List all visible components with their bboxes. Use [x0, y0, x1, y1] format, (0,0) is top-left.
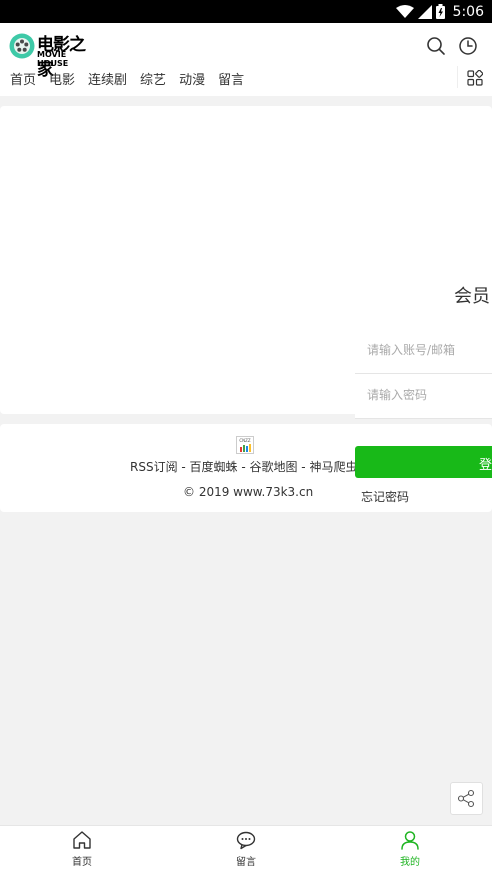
share-button[interactable]: [450, 782, 483, 815]
tab-mine-label: 我的: [400, 857, 420, 868]
main-nav: 首页 电影 连续剧 综艺 动漫 留言: [10, 69, 257, 88]
login-title: 会员: [454, 286, 490, 307]
chat-icon: [236, 831, 256, 850]
footer-links[interactable]: RSS订阅 - 百度蜘蛛 - 谷歌地图 - 神马爬虫: [130, 458, 357, 475]
nav-item-guestbook[interactable]: 留言: [218, 69, 244, 88]
nav-divider: [457, 66, 458, 88]
tab-home[interactable]: 首页: [42, 829, 122, 868]
header: 电影之家 MOVIE HOUSE 首页 电影 连续剧 综艺 动漫 留言: [0, 23, 492, 96]
nav-item-series[interactable]: 连续剧: [88, 69, 127, 88]
nav-item-movies[interactable]: 电影: [49, 69, 75, 88]
film-reel-icon: [9, 33, 35, 59]
login-button-label: 登: [479, 458, 492, 473]
status-bar: 5:06: [0, 0, 492, 23]
cnzz-badge[interactable]: CNZZ: [236, 436, 254, 454]
account-field[interactable]: [355, 330, 492, 374]
site-logo[interactable]: 电影之家 MOVIE HOUSE: [9, 30, 99, 80]
grid-icon[interactable]: [467, 70, 483, 86]
nav-item-anime[interactable]: 动漫: [179, 69, 205, 88]
account-input[interactable]: [365, 342, 489, 358]
password-field[interactable]: [355, 375, 492, 419]
bottom-tab-bar: 首页 留言 我的: [0, 825, 492, 875]
tab-guestbook[interactable]: 留言: [206, 829, 286, 868]
cnzz-badge-text: CNZZ: [239, 438, 251, 443]
tab-guestbook-label: 留言: [236, 857, 256, 868]
status-time: 5:06: [452, 3, 484, 20]
logo-subtext: MOVIE HOUSE: [37, 50, 69, 68]
user-icon: [401, 831, 419, 850]
share-icon: [457, 789, 475, 808]
wifi-icon: [395, 4, 414, 18]
tab-mine[interactable]: 我的: [370, 829, 450, 868]
search-icon[interactable]: [426, 36, 446, 56]
history-icon[interactable]: [458, 36, 478, 56]
tab-home-label: 首页: [72, 857, 92, 868]
battery-icon: [435, 4, 445, 19]
status-icons: 5:06: [395, 3, 484, 20]
copyright: © 2019 www.73k3.cn: [183, 485, 314, 499]
home-icon: [73, 831, 91, 849]
nav-item-home[interactable]: 首页: [10, 69, 36, 88]
forgot-password-link[interactable]: 忘记密码: [361, 488, 409, 505]
signal-icon: [417, 4, 432, 19]
password-input[interactable]: [365, 387, 489, 403]
login-button[interactable]: 登: [355, 446, 492, 478]
stats-icon: CNZZ: [239, 438, 251, 452]
nav-item-variety[interactable]: 综艺: [140, 69, 166, 88]
